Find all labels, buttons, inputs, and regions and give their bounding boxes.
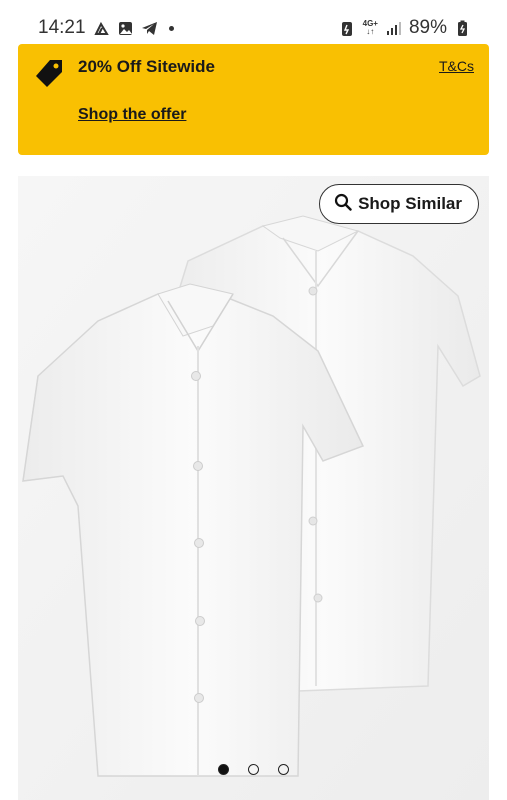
gallery-icon [117,20,134,37]
product-gallery[interactable]: Shop Similar [18,176,489,800]
promo-title: 20% Off Sitewide [78,57,215,76]
pagination-dot-3[interactable] [278,764,289,775]
search-icon [334,193,352,216]
promo-banner: 20% Off Sitewide T&Cs Shop the offer [18,44,489,155]
notification-dot [168,25,174,31]
hanger-icon [93,20,110,37]
terms-link[interactable]: T&Cs [439,58,474,74]
gallery-pagination [18,764,489,775]
telegram-icon [141,20,158,37]
product-image[interactable] [18,176,489,800]
price-tag-icon [32,56,66,90]
status-bar-left: 14:21 [38,17,174,39]
battery-icon [454,20,471,37]
pagination-dot-1[interactable] [218,764,229,775]
shop-similar-button[interactable]: Shop Similar [319,184,479,224]
signal-icon [385,20,402,37]
pagination-dot-2[interactable] [248,764,259,775]
clock: 14:21 [38,17,86,38]
battery-percentage: 89% [408,17,447,38]
battery-saver-icon [339,20,356,37]
status-bar-right: 4G+ ↓↑ 89% [339,17,471,39]
shop-offer-link[interactable]: Shop the offer [78,106,186,124]
network-type: 4G+ ↓↑ [362,19,378,36]
shop-similar-label: Shop Similar [358,194,462,213]
